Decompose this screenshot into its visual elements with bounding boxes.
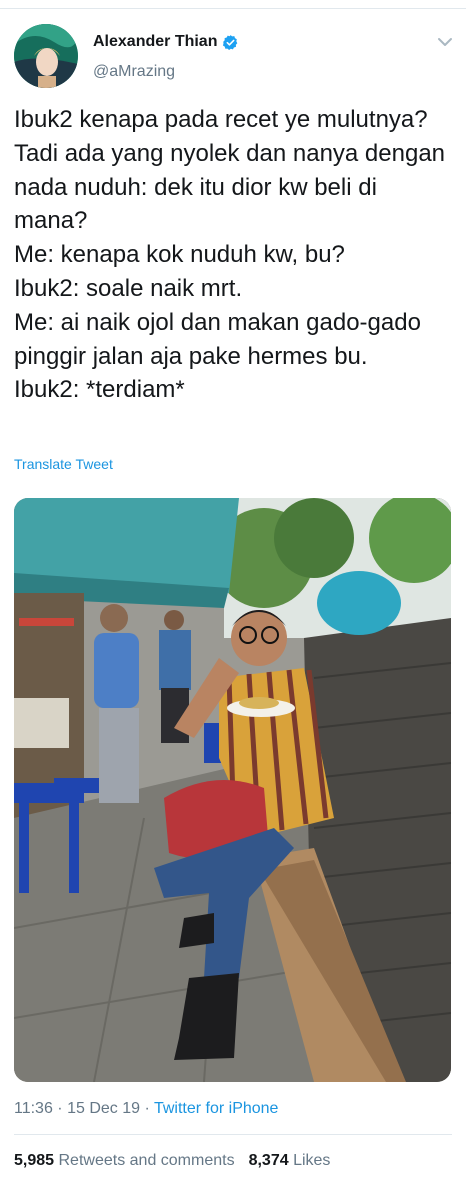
likes-label: Likes xyxy=(293,1152,331,1169)
tweet-source-link[interactable]: Twitter for iPhone xyxy=(154,1100,279,1117)
tweet-stats: 5,985 Retweets and comments 8,374 Likes xyxy=(14,1152,330,1170)
top-divider xyxy=(0,8,466,9)
author-name-row[interactable]: Alexander Thian xyxy=(93,33,239,51)
stats-divider xyxy=(14,1134,452,1135)
retweets-label: Retweets and comments xyxy=(58,1152,235,1169)
retweets-stat[interactable]: 5,985 Retweets and comments xyxy=(14,1152,235,1169)
tweet-text: Ibuk2 kenapa pada recet ye mulutnya? Tad… xyxy=(14,106,446,404)
avatar-photo xyxy=(14,24,78,88)
meta-separator-2: · xyxy=(140,1100,154,1117)
chevron-down-icon[interactable] xyxy=(436,33,454,51)
tweet-date[interactable]: 15 Dec 19 xyxy=(67,1100,140,1117)
verified-badge-icon xyxy=(223,34,238,50)
avatar[interactable] xyxy=(14,24,78,88)
photo-illustration xyxy=(14,498,451,1082)
tweet-meta: 11:36 · 15 Dec 19 · Twitter for iPhone xyxy=(14,1100,278,1118)
likes-stat[interactable]: 8,374 Likes xyxy=(249,1152,331,1169)
meta-separator: · xyxy=(52,1100,68,1117)
likes-count: 8,374 xyxy=(248,1152,289,1169)
tweet-time[interactable]: 11:36 xyxy=(14,1100,53,1117)
author-handle[interactable]: @aMrazing xyxy=(93,63,175,81)
translate-tweet-link[interactable]: Translate Tweet xyxy=(14,456,113,472)
tweet-photo[interactable] xyxy=(14,498,451,1082)
retweets-count: 5,985 xyxy=(14,1152,55,1169)
author-display-name[interactable]: Alexander Thian xyxy=(93,33,217,51)
